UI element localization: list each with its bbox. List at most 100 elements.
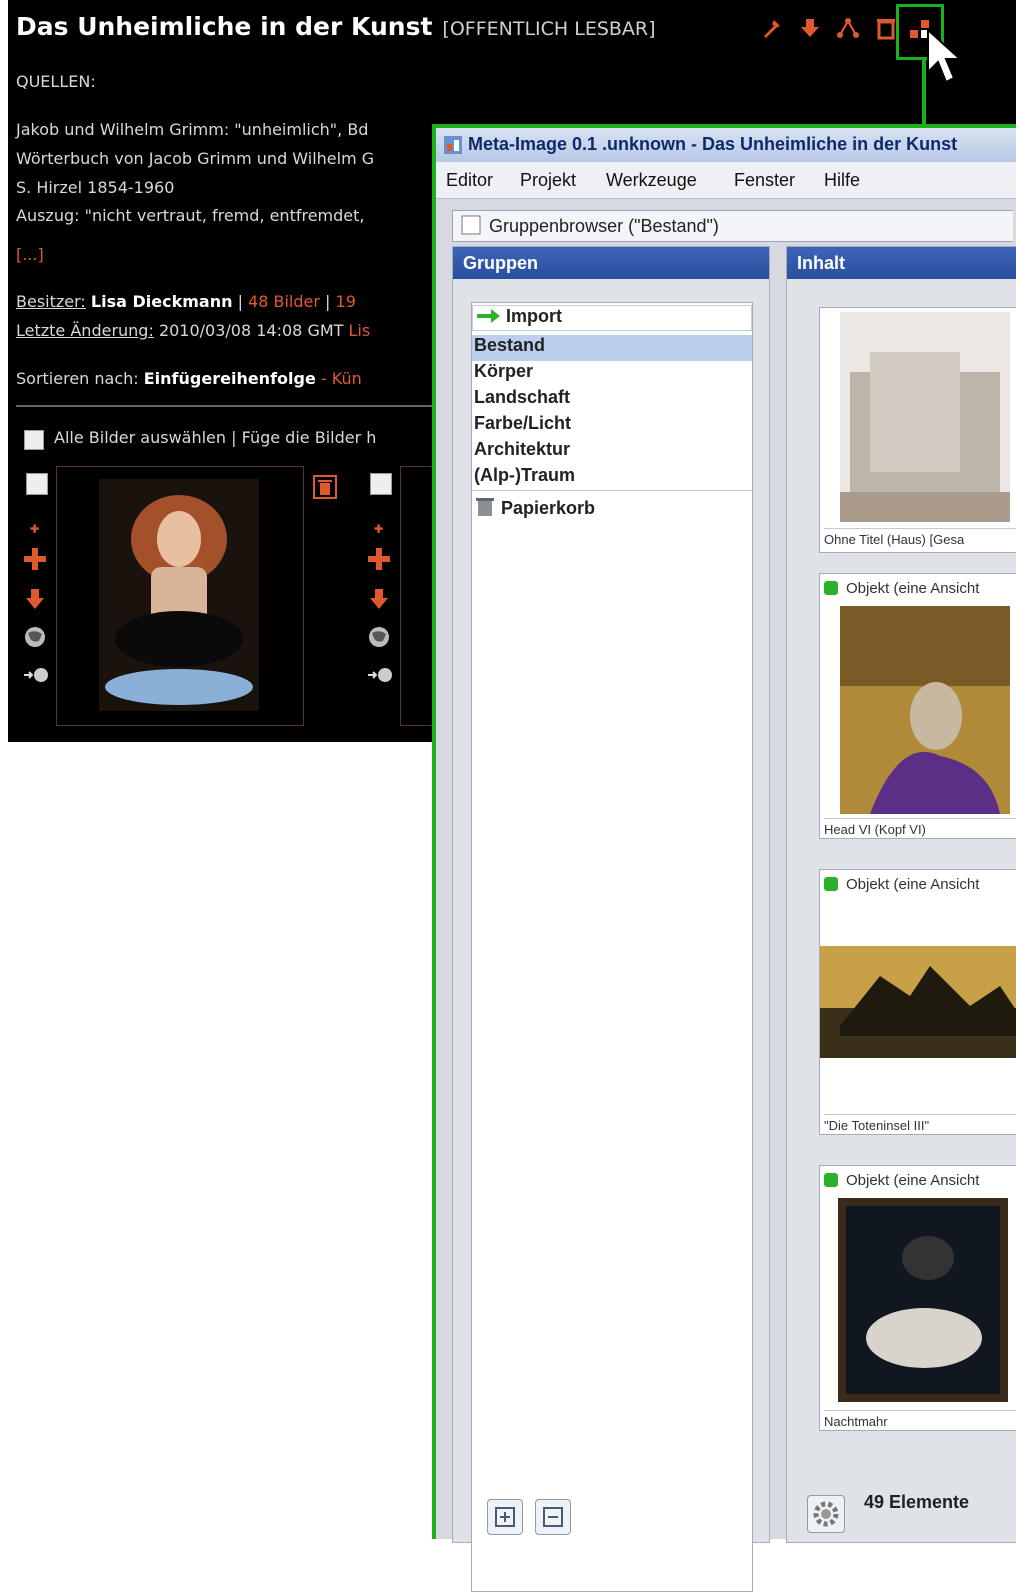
- group-item-architektur[interactable]: Architektur: [472, 439, 752, 465]
- sort-next-link[interactable]: Kün: [332, 369, 362, 388]
- remove-group-icon: [543, 1507, 563, 1527]
- group-item-farbe-licht[interactable]: Farbe/Licht: [472, 413, 752, 439]
- image-select-checkbox[interactable]: [26, 473, 48, 495]
- owner-label: Besitzer:: [16, 292, 86, 311]
- group-item-bestand[interactable]: Bestand: [472, 335, 752, 361]
- object-card[interactable]: Objekt (eine Ansicht Nachtmahr: [819, 1165, 1016, 1431]
- groups-header-label: Gruppen: [463, 253, 538, 273]
- menu-fenster[interactable]: Fenster: [734, 170, 795, 191]
- share-icon[interactable]: [836, 16, 860, 40]
- group-browser-title: Gruppenbrowser ("Bestand"): [489, 216, 719, 236]
- arrow-right-icon: [477, 309, 500, 323]
- source-line: Auszug: "nicht vertraut, fremd, entfremd…: [16, 206, 365, 225]
- trash-icon[interactable]: [312, 474, 338, 500]
- select-all-label[interactable]: Alle Bilder auswählen: [54, 428, 226, 447]
- group-item-import[interactable]: Import: [472, 305, 752, 331]
- window-title-bar[interactable]: Meta-Image 0.1 .unknown - Das Unheimlich…: [436, 128, 1016, 163]
- group-item-koerper[interactable]: Körper: [472, 361, 752, 387]
- globe-icon[interactable]: [22, 624, 48, 650]
- edit-icon[interactable]: [760, 16, 784, 40]
- select-all-checkbox[interactable]: [24, 430, 44, 450]
- group-label: Architektur: [474, 439, 571, 459]
- menu-bar: Editor Projekt Werkzeuge Fenster Hilfe: [436, 162, 1016, 199]
- add-group-icon: [495, 1507, 515, 1527]
- mouse-cursor-icon: [927, 28, 963, 84]
- add-icon[interactable]: [22, 546, 48, 572]
- group-item-landschaft[interactable]: Landschaft: [472, 387, 752, 413]
- owner-separator: |: [237, 292, 243, 311]
- new-group-button[interactable]: [487, 1499, 523, 1535]
- group-label: Landschaft: [474, 387, 571, 407]
- divider: [16, 405, 436, 407]
- menu-werkzeuge[interactable]: Werkzeuge: [606, 170, 697, 191]
- download-icon[interactable]: [22, 586, 48, 612]
- window-title: Meta-Image 0.1 .unknown - Das Unheimlich…: [468, 134, 958, 154]
- source-line: S. Hirzel 1854-1960: [16, 178, 175, 197]
- settings-button[interactable]: [807, 1495, 845, 1533]
- group-label: Papierkorb: [501, 498, 596, 518]
- object-header: Objekt (eine Ansicht: [824, 1172, 979, 1189]
- last-change-label: Letzte Änderung:: [16, 321, 154, 340]
- count-link[interactable]: 19: [336, 292, 356, 311]
- object-header-label: Objekt (eine Ansicht: [846, 876, 980, 893]
- group-label: (Alp-)Traum: [474, 465, 575, 485]
- download-icon[interactable]: [798, 16, 822, 40]
- globe-icon[interactable]: [366, 624, 392, 650]
- menu-hilfe[interactable]: Hilfe: [824, 170, 860, 191]
- export-icon[interactable]: [366, 662, 392, 688]
- groups-header: Gruppen: [453, 247, 769, 279]
- object-status-icon: [824, 581, 838, 595]
- more-link[interactable]: [...]: [16, 245, 44, 264]
- gear-icon: [813, 1501, 839, 1527]
- object-caption: Ohne Titel (Haus) [Gesa: [824, 528, 1016, 547]
- small-add-icon[interactable]: [366, 516, 392, 542]
- object-thumbnail: [840, 312, 1010, 522]
- remove-group-button[interactable]: [535, 1499, 571, 1535]
- group-browser-frame-title[interactable]: Gruppenbrowser ("Bestand"): [452, 210, 1013, 242]
- app-icon: [444, 136, 462, 154]
- export-icon[interactable]: [22, 662, 48, 688]
- object-card[interactable]: Objekt (eine Ansicht Head VI (Kopf VI): [819, 573, 1016, 839]
- frame-icon: [461, 215, 481, 235]
- sources-heading: QUELLEN:: [16, 72, 96, 91]
- menu-projekt[interactable]: Projekt: [520, 170, 576, 191]
- object-caption: Nachtmahr: [824, 1410, 1016, 1429]
- object-header: Objekt (eine Ansicht: [824, 580, 979, 597]
- source-line: Wörterbuch von Jacob Grimm und Wilhelm G: [16, 149, 375, 168]
- sort-label: Sortieren nach:: [16, 369, 139, 388]
- download-icon[interactable]: [366, 586, 392, 612]
- object-header-label: Objekt (eine Ansicht: [846, 1172, 980, 1189]
- image-thumbnail-cell[interactable]: [56, 466, 304, 726]
- content-header: Inhalt: [787, 247, 1016, 279]
- object-card[interactable]: Ohne Titel (Haus) [Gesa: [819, 307, 1016, 553]
- owner-name[interactable]: Lisa Dieckmann: [91, 292, 233, 311]
- object-caption: Head VI (Kopf VI): [824, 818, 1016, 837]
- image-count-link[interactable]: 48 Bilder: [248, 292, 320, 311]
- groups-panel: Gruppen Import Bestand Körper Landschaft…: [452, 246, 770, 1592]
- small-add-icon[interactable]: [22, 516, 48, 542]
- source-line: Jakob und Wilhelm Grimm: "unheimlich", B…: [16, 120, 369, 139]
- content-header-label: Inhalt: [797, 253, 845, 273]
- last-change-value: 2010/03/08 14:08 GMT: [158, 321, 344, 340]
- menu-editor[interactable]: Editor: [446, 170, 493, 191]
- add-images-link[interactable]: Füge die Bilder h: [242, 428, 377, 447]
- page-title-row: Das Unheimliche in der Kunst [OFFENTLICH…: [16, 12, 656, 46]
- group-label: Farbe/Licht: [474, 413, 572, 433]
- visibility-badge: [OFFENTLICH LESBAR]: [442, 18, 656, 40]
- group-label: Bestand: [474, 335, 546, 355]
- last-change-user-link[interactable]: Lis: [349, 321, 371, 340]
- delete-icon[interactable]: [874, 16, 898, 40]
- sort-current[interactable]: Einfügereihenfolge: [144, 369, 316, 388]
- page-title: Das Unheimliche in der Kunst: [16, 12, 433, 41]
- add-icon[interactable]: [366, 546, 392, 572]
- object-thumbnail: [840, 606, 1010, 814]
- group-item-alp-traum[interactable]: (Alp-)Traum: [472, 465, 752, 491]
- group-item-papierkorb[interactable]: Papierkorb: [472, 497, 752, 523]
- element-count-status: 49 Elemente: [864, 1492, 970, 1512]
- object-header: Objekt (eine Ansicht: [824, 876, 979, 893]
- object-card[interactable]: Objekt (eine Ansicht "Die Toteninsel III…: [819, 869, 1016, 1135]
- image-select-checkbox[interactable]: [370, 473, 392, 495]
- image-thumbnail: [99, 479, 259, 711]
- object-thumbnail: [820, 946, 1016, 1058]
- object-status-icon: [824, 1173, 838, 1187]
